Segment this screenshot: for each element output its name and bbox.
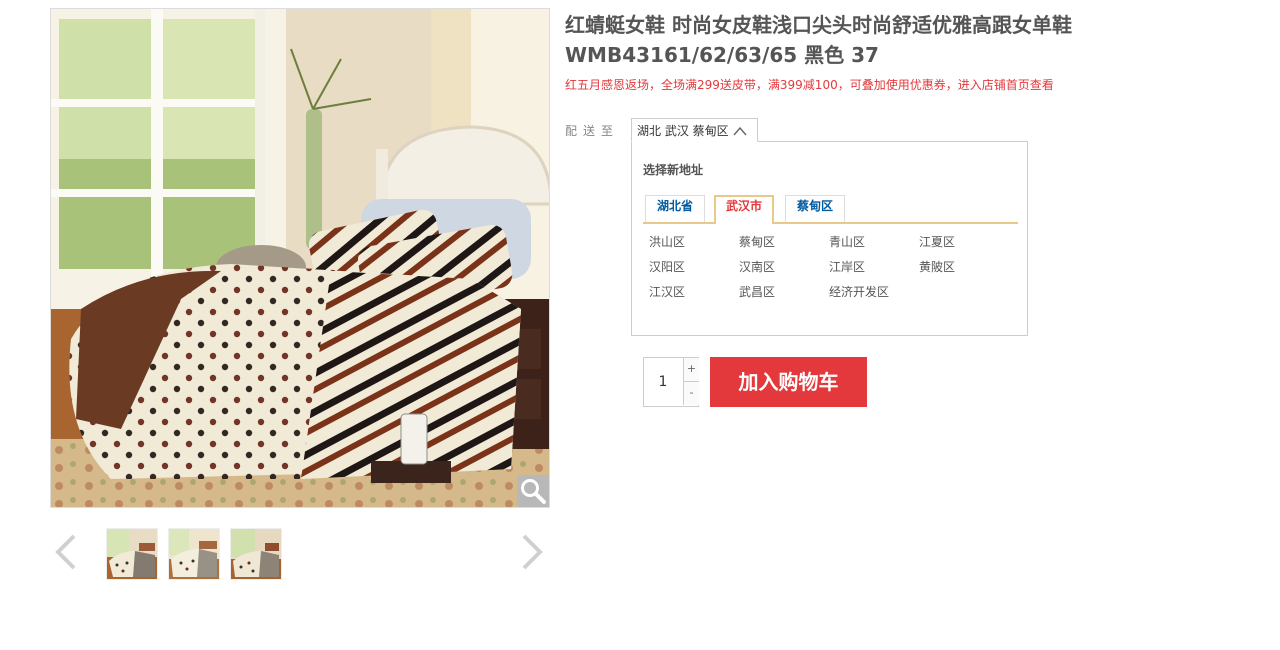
area-item[interactable]: 黄陂区 [919, 258, 955, 275]
tab-district[interactable]: 蔡甸区 [785, 195, 845, 222]
quantity-stepper: + - [643, 357, 699, 407]
chevron-up-icon [733, 126, 747, 136]
bedroom-photo [51, 9, 549, 507]
area-item[interactable]: 江汉区 [649, 283, 685, 300]
chevron-left-icon [55, 534, 76, 570]
chevron-right-icon [522, 534, 543, 570]
address-panel-title: 选择新地址 [643, 163, 704, 177]
quantity-input[interactable] [644, 358, 682, 406]
thumb-prev-button[interactable] [50, 528, 82, 580]
area-item[interactable]: 青山区 [829, 233, 865, 250]
add-to-cart-button[interactable]: 加入购物车 [710, 357, 867, 407]
bedroom-thumbnail-icon [107, 529, 157, 579]
area-item[interactable]: 江岸区 [829, 258, 865, 275]
ship-to-label: 配送至 [565, 124, 620, 138]
area-item[interactable]: 汉阳区 [649, 258, 685, 275]
thumb-next-button[interactable] [516, 528, 548, 580]
tab-city[interactable]: 武汉市 [714, 195, 774, 224]
selected-address: 湖北 武汉 蔡甸区 [637, 124, 729, 138]
promo-text[interactable]: 红五月感恩返场，全场满299送皮带，满399减100，可叠加使用优惠券，进入店铺… [565, 76, 1054, 93]
main-product-image[interactable] [50, 8, 550, 508]
address-tabs: 湖北省 武汉市 蔡甸区 [643, 195, 1018, 224]
area-item[interactable]: 武昌区 [739, 283, 775, 300]
address-selector[interactable]: 湖北 武汉 蔡甸区 [631, 118, 758, 142]
thumbnail-3[interactable] [230, 528, 282, 580]
area-item[interactable]: 江夏区 [919, 233, 955, 250]
area-item[interactable]: 洪山区 [649, 233, 685, 250]
address-panel: 选择新地址 湖北省 武汉市 蔡甸区 洪山区 蔡甸区 青山区 江夏区 汉阳区 汉南… [631, 141, 1028, 336]
quantity-decrease-button[interactable]: - [683, 382, 699, 405]
bedroom-thumbnail-icon [231, 529, 281, 579]
quantity-increase-button[interactable]: + [683, 358, 699, 382]
tab-province[interactable]: 湖北省 [645, 195, 705, 222]
product-title: 红蜻蜓女鞋 时尚女皮鞋浅口尖头时尚舒适优雅高跟女单鞋 WMB43161/62/6… [565, 13, 1072, 67]
area-item[interactable]: 汉南区 [739, 258, 775, 275]
area-item[interactable]: 蔡甸区 [739, 233, 775, 250]
bedroom-thumbnail-icon [169, 529, 219, 579]
magnifier-icon [521, 479, 546, 504]
thumbnail-1[interactable] [106, 528, 158, 580]
thumbnail-2[interactable] [168, 528, 220, 580]
zoom-button[interactable] [517, 475, 549, 507]
area-item[interactable]: 经济开发区 [829, 283, 889, 300]
